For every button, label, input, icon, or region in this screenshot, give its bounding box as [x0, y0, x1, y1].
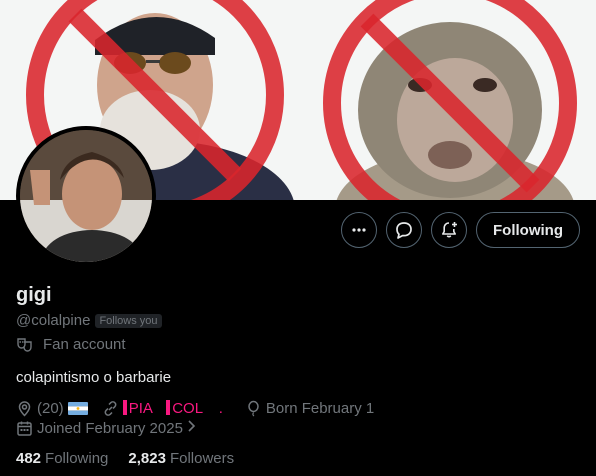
avatar[interactable]	[16, 126, 156, 266]
professional-category: Fan account	[16, 336, 126, 353]
display-name: gigi	[16, 284, 52, 306]
link-col: COL	[172, 400, 203, 417]
followers-label: Followers	[169, 450, 235, 467]
handle-row: @colalpine Follows you	[16, 312, 162, 329]
message-button[interactable]	[386, 212, 423, 248]
profile-meta-row: (20) PIA COL . Born February 1	[16, 400, 374, 417]
link-icon	[102, 400, 119, 417]
balloon-icon	[245, 400, 262, 417]
bio: colapintismo o barbarie	[16, 369, 172, 386]
link-dot: .	[218, 400, 223, 417]
more-icon	[352, 228, 366, 232]
following-link[interactable]: 482 Following	[16, 450, 108, 467]
bell-plus-icon	[442, 222, 458, 238]
follows-you-badge: Follows you	[95, 313, 162, 328]
following-count: 482	[16, 450, 42, 467]
link-pia: PIA	[128, 400, 153, 417]
more-button[interactable]	[341, 212, 378, 248]
message-icon	[396, 222, 412, 239]
follow-stats: 482 Following 2,823 Followers	[16, 450, 234, 467]
argentina-flag-icon	[67, 402, 88, 415]
chevron-right-icon	[187, 419, 196, 437]
following-label: Following	[45, 450, 109, 467]
joined-text: Joined February 2025	[37, 419, 183, 437]
location-pin-icon	[16, 400, 33, 417]
profile-actions: Following	[341, 212, 580, 248]
followers-link[interactable]: 2,823 Followers	[128, 450, 234, 467]
handle: @colalpine	[16, 312, 91, 329]
avatar-image	[20, 130, 152, 262]
followers-count: 2,823	[128, 450, 166, 467]
birthday-text: Born February 1	[265, 400, 375, 417]
calendar-icon	[16, 420, 33, 437]
masks-icon	[16, 336, 33, 353]
location-text: (20)	[37, 400, 64, 417]
website-link[interactable]: PIA COL .	[122, 400, 223, 417]
joined-row[interactable]: Joined February 2025	[16, 419, 196, 437]
notify-button[interactable]	[431, 212, 468, 248]
following-button[interactable]: Following	[476, 212, 580, 248]
category-label: Fan account	[43, 336, 126, 353]
